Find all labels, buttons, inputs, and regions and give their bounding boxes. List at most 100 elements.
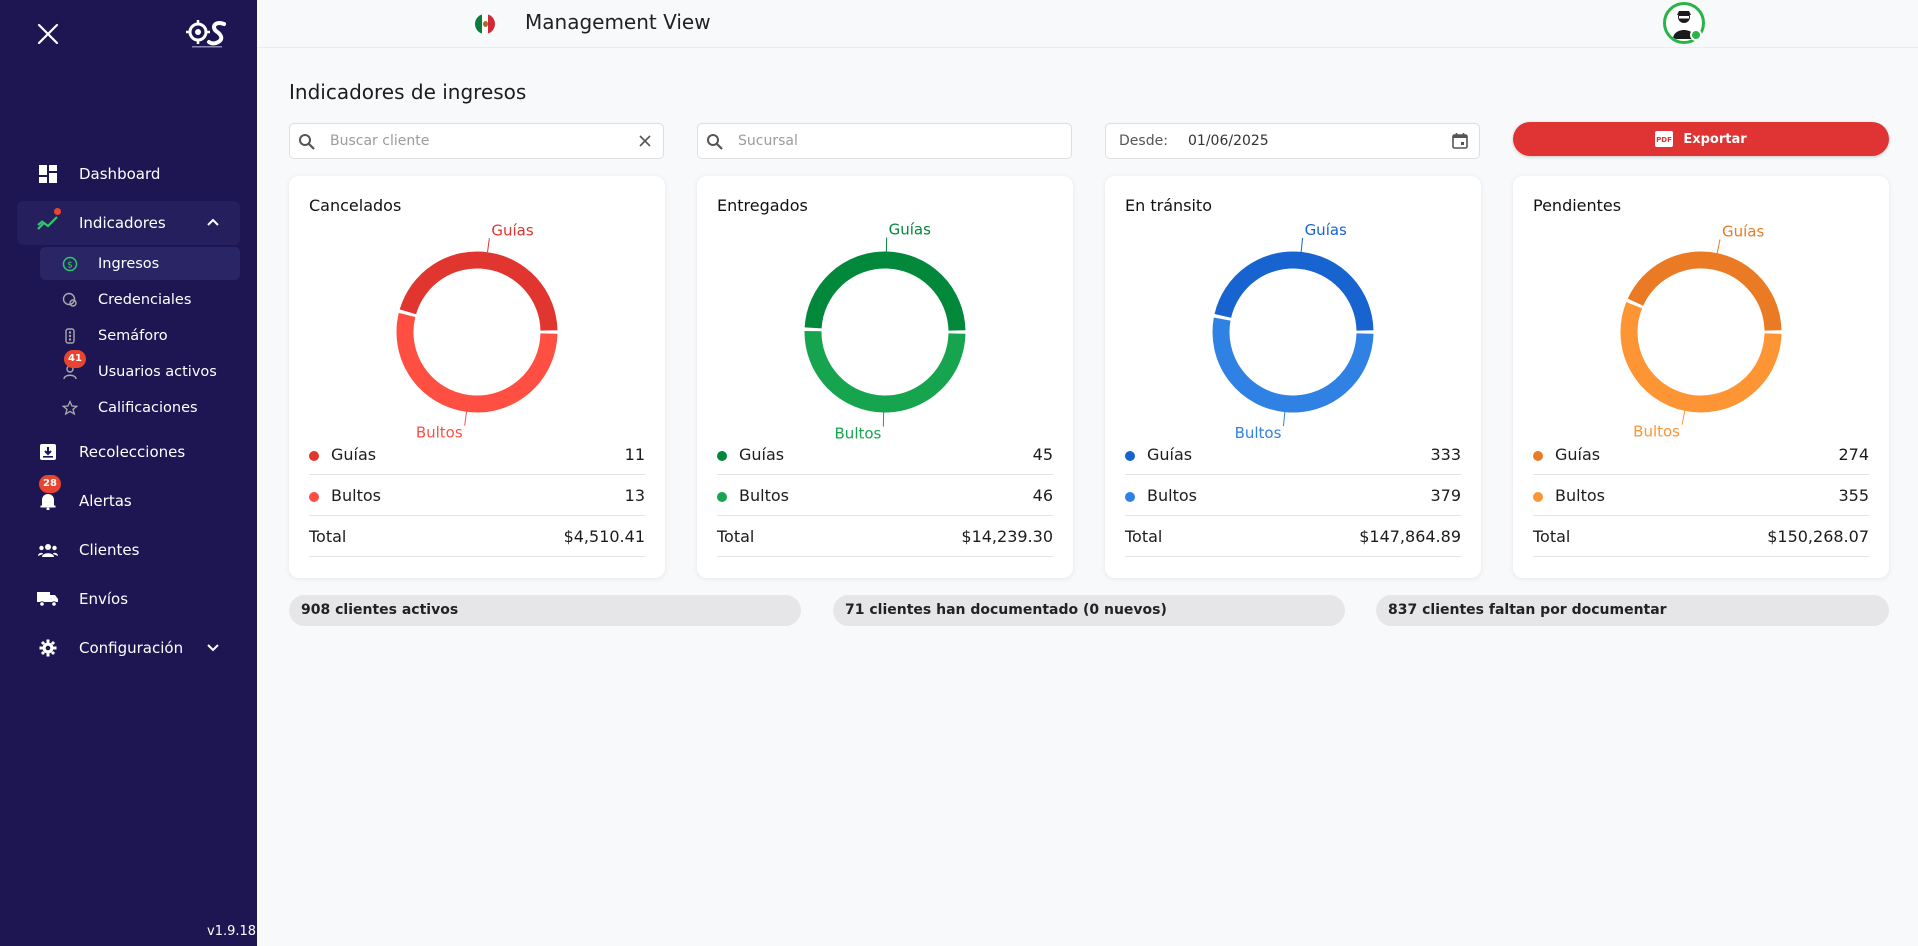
mexico-flag-icon[interactable] <box>475 14 495 34</box>
branch-input[interactable]: Sucursal <box>697 123 1072 159</box>
total-label: Total <box>309 527 347 546</box>
sidebar-item-label: Alertas <box>79 492 132 510</box>
sidebar-subitem-label: Usuarios activos <box>98 363 217 380</box>
label-leader-line <box>1282 412 1286 427</box>
sidebar-item-dashboard[interactable]: Dashboard <box>17 152 240 196</box>
donut-slice-guias[interactable] <box>1214 251 1374 331</box>
sidebar-subitem-label: Calificaciones <box>98 399 198 416</box>
legend-dot <box>1125 492 1135 502</box>
svg-text:PDF: PDF <box>1656 136 1672 144</box>
dollar-icon: $ <box>62 256 78 272</box>
legend-label: Guías <box>1147 445 1193 464</box>
legend-value: 13 <box>624 486 645 505</box>
legend-value: 46 <box>1032 486 1053 505</box>
sidebar-subitem-credenciales[interactable]: Credenciales <box>40 283 240 316</box>
chevron-up-icon[interactable] <box>206 215 220 229</box>
indicadores-submenu: $ Ingresos Credenciales Semáforo 41 Usua… <box>40 247 240 424</box>
legend-dot <box>717 451 727 461</box>
legend-label: Guías <box>331 445 377 464</box>
sidebar-item-alertas[interactable]: 28 Alertas <box>17 475 240 523</box>
sidebar-header <box>0 0 257 70</box>
sidebar-subitem-ingresos[interactable]: $ Ingresos <box>40 247 240 280</box>
search-icon <box>299 134 315 150</box>
page-title: Indicadores de ingresos <box>289 80 527 104</box>
calendar-icon[interactable] <box>1451 132 1469 150</box>
truck-icon <box>37 588 59 610</box>
legend-dot <box>309 451 319 461</box>
donut-slice-bultos[interactable] <box>1620 302 1782 413</box>
slice-label: Guías <box>1722 222 1764 240</box>
sidebar-item-label: Configuración <box>79 639 184 657</box>
donut-slice-guias[interactable] <box>804 251 966 331</box>
chevron-down-icon[interactable] <box>206 640 220 654</box>
sidebar-item-label: Dashboard <box>79 165 161 183</box>
usuarios-badge: 41 <box>64 349 86 368</box>
total-row: Total $150,268.07 <box>1533 517 1869 557</box>
sidebar-item-indicadores[interactable]: Indicadores <box>17 201 240 245</box>
legend-row-guias: Guías 11 <box>309 435 645 475</box>
sidebar-item-envios[interactable]: Envíos <box>17 577 240 621</box>
branch-placeholder: Sucursal <box>738 133 798 149</box>
legend-value: 11 <box>624 445 645 464</box>
label-leader-line <box>1300 237 1304 252</box>
date-from-field[interactable]: Desde: 01/06/2025 <box>1105 123 1480 159</box>
date-label: Desde: <box>1119 133 1168 149</box>
legend-row-guias: Guías 45 <box>717 435 1053 475</box>
legend-row-bultos: Bultos 355 <box>1533 476 1869 516</box>
legend-value: 355 <box>1838 486 1869 505</box>
label-leader-line <box>1681 410 1686 425</box>
slice-label: Guías <box>889 221 931 239</box>
legend-row-guias: Guías 333 <box>1125 435 1461 475</box>
top-header: Management View <box>257 0 1918 48</box>
sidebar-subitem-label: Semáforo <box>98 327 168 344</box>
export-button[interactable]: PDF Exportar <box>1513 122 1889 156</box>
legend-dot <box>1125 451 1135 461</box>
header-title: Management View <box>525 10 711 34</box>
sidebar: Dashboard Indicadores $ Ingresos Credenc… <box>0 0 257 946</box>
people-icon <box>37 539 59 561</box>
card-cancelados: Cancelados Guías Bultos Guías 11 Bultos 13 Tota… <box>289 176 665 578</box>
sidebar-item-label: Clientes <box>79 541 140 559</box>
legend-dot <box>717 492 727 502</box>
stat-pending-clients: 837 clientes faltan por documentar <box>1376 595 1889 626</box>
label-leader-line <box>1716 239 1721 254</box>
search-icon <box>707 134 723 150</box>
star-icon <box>62 399 78 416</box>
alertas-badge: 28 <box>39 475 61 493</box>
card-en-transito: En tránsito Guías Bultos Guías 333 Bultos 379 T… <box>1105 176 1481 578</box>
legend-row-bultos: Bultos 379 <box>1125 476 1461 516</box>
total-row: Total $4,510.41 <box>309 517 645 557</box>
legend-label: Bultos <box>1147 486 1197 505</box>
total-value: $150,268.07 <box>1767 527 1869 546</box>
legend-label: Guías <box>739 445 785 464</box>
donut-slice-bultos[interactable] <box>1212 317 1374 413</box>
donut-chart: GuíasBultos <box>1212 221 1374 440</box>
app-version: v1.9.18 <box>207 924 257 939</box>
sidebar-subitem-label: Ingresos <box>98 255 160 272</box>
slice-label: Guías <box>1305 221 1347 239</box>
clear-icon[interactable] <box>637 133 653 149</box>
sidebar-item-recolecciones[interactable]: Recolecciones <box>17 430 240 474</box>
logo-icon <box>186 20 226 48</box>
total-label: Total <box>717 527 755 546</box>
donut-slice-bultos[interactable] <box>804 331 966 413</box>
donut-slice-guias[interactable] <box>399 251 558 331</box>
sidebar-subitem-calificaciones[interactable]: Calificaciones <box>40 391 240 424</box>
sidebar-nav: Dashboard Indicadores $ Ingresos Credenc… <box>0 152 257 670</box>
stat-documented-clients: 71 clientes han documentado (0 nuevos) <box>833 595 1345 626</box>
legend-row-guias: Guías 274 <box>1533 435 1869 475</box>
dashboard-icon <box>37 163 59 185</box>
sidebar-subitem-usuarios-activos[interactable]: 41 Usuarios activos <box>40 349 240 388</box>
sidebar-item-configuracion[interactable]: Configuración <box>17 626 240 670</box>
export-label: Exportar <box>1683 131 1747 147</box>
trending-up-icon <box>37 208 61 234</box>
legend-row-bultos: Bultos 13 <box>309 476 645 516</box>
sidebar-item-clientes[interactable]: Clientes <box>17 528 240 572</box>
legend-dot <box>1533 451 1543 461</box>
donut-slice-guias[interactable] <box>1627 251 1782 331</box>
donut-slice-bultos[interactable] <box>396 312 558 413</box>
search-client-input[interactable]: Buscar cliente <box>289 123 664 159</box>
close-icon[interactable] <box>36 22 60 46</box>
sidebar-subitem-semaforo[interactable]: Semáforo <box>40 319 240 352</box>
label-leader-line <box>487 238 490 253</box>
